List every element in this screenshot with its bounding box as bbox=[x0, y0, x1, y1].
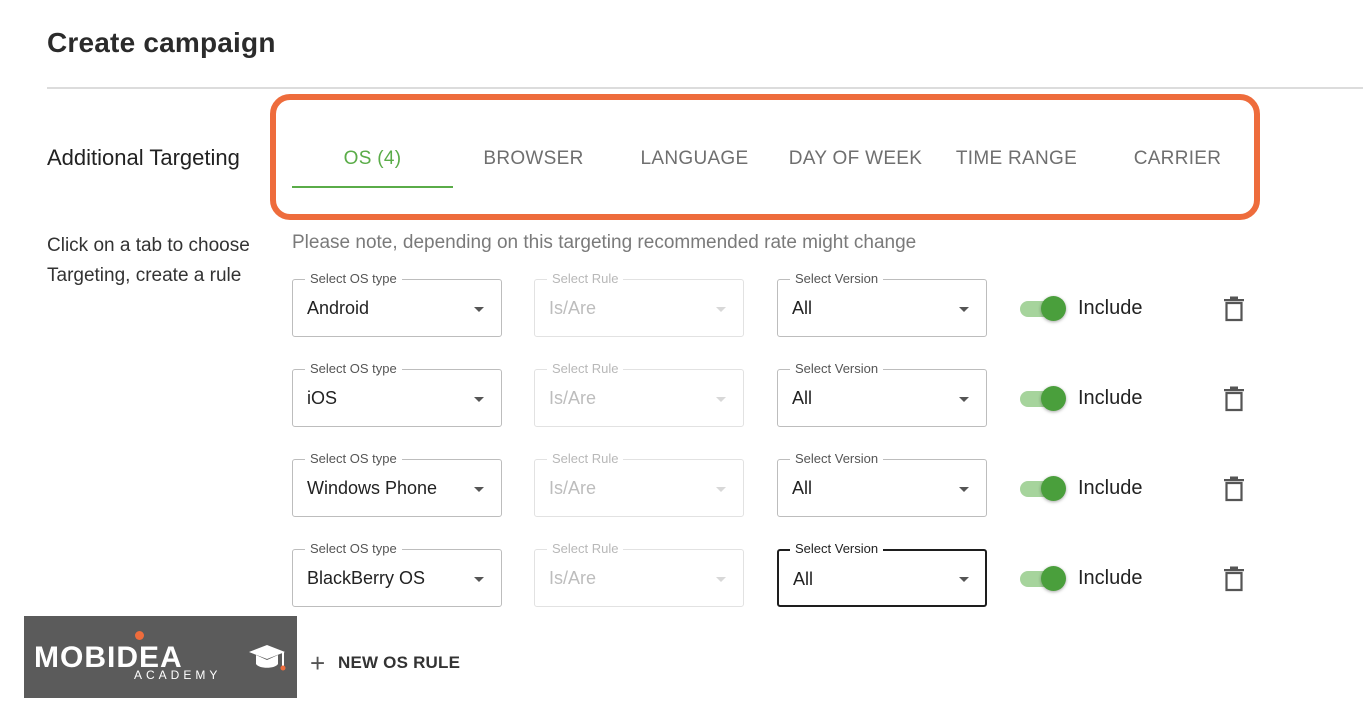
rule-select: Select Rule Is/Are bbox=[534, 452, 744, 517]
os-type-label: Select OS type bbox=[305, 542, 402, 556]
include-toggle[interactable] bbox=[1020, 566, 1066, 591]
version-value: All bbox=[793, 569, 814, 589]
rule-label: Select Rule bbox=[547, 362, 624, 376]
dropdown-arrow-icon bbox=[716, 397, 726, 402]
rule-label: Select Rule bbox=[547, 542, 624, 556]
rule-label: Select Rule bbox=[547, 452, 624, 466]
dropdown-arrow-icon bbox=[716, 577, 726, 582]
logo-dot bbox=[135, 631, 144, 640]
os-type-value: Windows Phone bbox=[307, 478, 438, 498]
os-rule-row: Select OS type Windows Phone Select Rule… bbox=[292, 452, 1292, 519]
title-divider bbox=[47, 87, 1363, 89]
os-rule-row: Select OS type iOS Select Rule Is/Are Se… bbox=[292, 362, 1292, 429]
tab-day-of-week[interactable]: DAY OF WEEK bbox=[775, 130, 936, 188]
include-label: Include bbox=[1078, 297, 1143, 319]
os-type-value: Android bbox=[307, 298, 370, 318]
include-label: Include bbox=[1078, 567, 1143, 589]
os-type-label: Select OS type bbox=[305, 272, 402, 286]
dropdown-arrow-icon bbox=[959, 577, 969, 582]
version-select[interactable]: Select Version All bbox=[777, 542, 987, 607]
dropdown-arrow-icon bbox=[959, 307, 969, 312]
page-title: Create campaign bbox=[47, 27, 276, 58]
include-toggle[interactable] bbox=[1020, 476, 1066, 501]
toggle-knob bbox=[1041, 476, 1066, 501]
dropdown-arrow-icon bbox=[474, 397, 484, 402]
os-type-value: iOS bbox=[307, 388, 338, 408]
os-rule-row: Select OS type Android Select Rule Is/Ar… bbox=[292, 272, 1292, 339]
version-label: Select Version bbox=[790, 362, 884, 376]
tab-browser[interactable]: BROWSER bbox=[453, 130, 614, 188]
dropdown-arrow-icon bbox=[959, 487, 969, 492]
version-value: All bbox=[792, 388, 813, 408]
rule-value: Is/Are bbox=[549, 568, 597, 588]
toggle-knob bbox=[1041, 296, 1066, 321]
dropdown-arrow-icon bbox=[474, 487, 484, 492]
version-label: Select Version bbox=[790, 272, 884, 286]
new-os-rule-button[interactable]: + NEW OS RULE bbox=[310, 650, 460, 676]
rule-select: Select Rule Is/Are bbox=[534, 272, 744, 337]
version-label: Select Version bbox=[790, 452, 884, 466]
tab-os[interactable]: OS (4) bbox=[292, 130, 453, 188]
rule-select: Select Rule Is/Are bbox=[534, 542, 744, 607]
toggle-knob bbox=[1041, 566, 1066, 591]
targeting-tabs: OS (4) BROWSER LANGUAGE DAY OF WEEK TIME… bbox=[292, 130, 1258, 190]
rule-select: Select Rule Is/Are bbox=[534, 362, 744, 427]
os-type-select[interactable]: Select OS type iOS bbox=[292, 362, 502, 427]
trash-icon[interactable] bbox=[1222, 476, 1246, 502]
include-label: Include bbox=[1078, 477, 1143, 499]
version-select[interactable]: Select Version All bbox=[777, 362, 987, 427]
version-value: All bbox=[792, 478, 813, 498]
version-label: Select Version bbox=[790, 542, 884, 556]
new-os-rule-label: NEW OS RULE bbox=[338, 653, 461, 672]
section-label: Additional Targeting bbox=[47, 145, 240, 170]
tab-language[interactable]: LANGUAGE bbox=[614, 130, 775, 188]
graduation-cap-icon bbox=[249, 645, 286, 671]
os-type-select[interactable]: Select OS type Windows Phone bbox=[292, 452, 502, 517]
rule-label: Select Rule bbox=[547, 272, 624, 286]
toggle-knob bbox=[1041, 386, 1066, 411]
dropdown-arrow-icon bbox=[716, 307, 726, 312]
plus-icon: + bbox=[310, 648, 326, 678]
include-toggle[interactable] bbox=[1020, 386, 1066, 411]
rate-note: Please note, depending on this targeting… bbox=[292, 232, 917, 253]
dropdown-arrow-icon bbox=[959, 397, 969, 402]
dropdown-arrow-icon bbox=[474, 577, 484, 582]
os-type-select[interactable]: Select OS type BlackBerry OS bbox=[292, 542, 502, 607]
os-type-value: BlackBerry OS bbox=[307, 568, 426, 588]
logo-sub: ACADEMY bbox=[134, 668, 222, 682]
include-label: Include bbox=[1078, 387, 1143, 409]
trash-icon[interactable] bbox=[1222, 566, 1246, 592]
rule-value: Is/Are bbox=[549, 478, 597, 498]
mobidea-academy-logo: MOBIDEA ACADEMY bbox=[24, 616, 297, 698]
os-type-select[interactable]: Select OS type Android bbox=[292, 272, 502, 337]
targeting-hint: Click on a tab to choose Targeting, crea… bbox=[47, 235, 250, 286]
dropdown-arrow-icon bbox=[716, 487, 726, 492]
trash-icon[interactable] bbox=[1222, 386, 1246, 412]
dropdown-arrow-icon bbox=[474, 307, 484, 312]
trash-icon[interactable] bbox=[1222, 296, 1246, 322]
version-select[interactable]: Select Version All bbox=[777, 452, 987, 517]
include-toggle[interactable] bbox=[1020, 296, 1066, 321]
tab-carrier[interactable]: CARRIER bbox=[1097, 130, 1258, 188]
rule-value: Is/Are bbox=[549, 388, 597, 408]
version-select[interactable]: Select Version All bbox=[777, 272, 987, 337]
os-rule-row: Select OS type BlackBerry OS Select Rule… bbox=[292, 542, 1292, 609]
os-type-label: Select OS type bbox=[305, 362, 402, 376]
os-type-label: Select OS type bbox=[305, 452, 402, 466]
version-value: All bbox=[792, 298, 813, 318]
tab-time-range[interactable]: TIME RANGE bbox=[936, 130, 1097, 188]
rule-value: Is/Are bbox=[549, 298, 597, 318]
